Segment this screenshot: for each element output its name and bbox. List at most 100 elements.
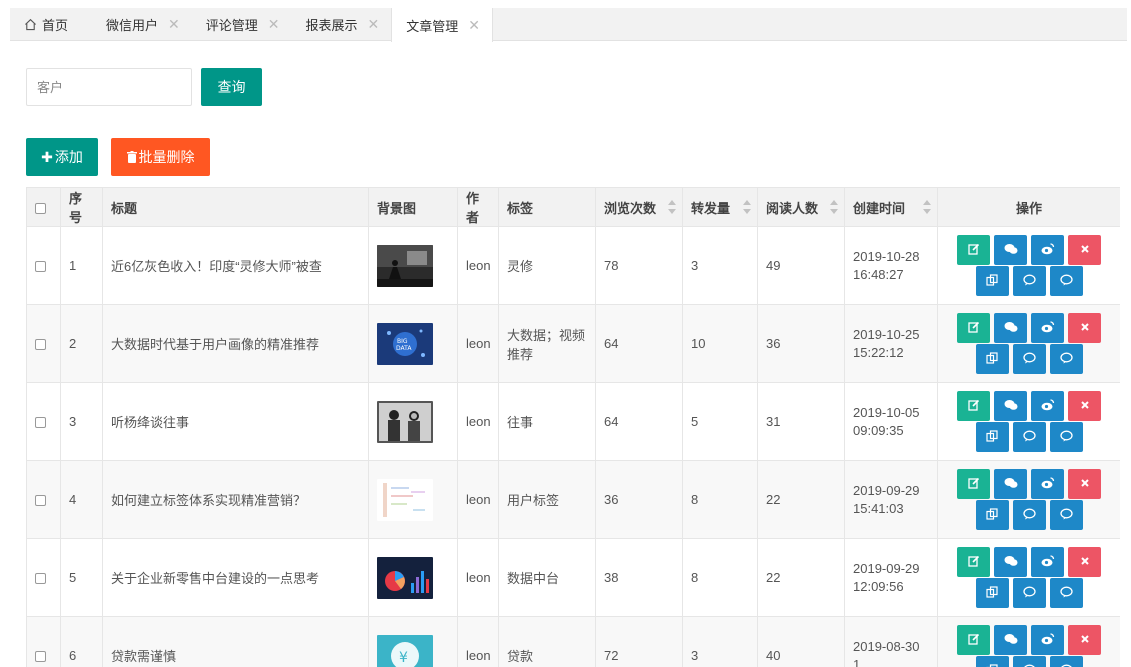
comment-alt-button[interactable] [1049, 422, 1083, 452]
sort-icon[interactable] [743, 200, 751, 214]
delete-icon [1080, 634, 1090, 647]
row-author: leon [457, 226, 499, 305]
row-checkbox[interactable] [35, 651, 46, 663]
column-header-sortable[interactable]: 阅读人数 [757, 187, 845, 227]
comment-alt-icon [1059, 508, 1073, 523]
tab-report-display[interactable]: 报表展示 ✕ [292, 8, 392, 41]
search-button[interactable]: 查询 [201, 68, 262, 106]
close-icon[interactable]: ✕ [468, 17, 480, 34]
close-icon[interactable]: ✕ [368, 16, 380, 33]
sort-icon[interactable] [668, 200, 676, 214]
weibo-share-button[interactable] [1031, 625, 1064, 655]
wechat-share-button[interactable] [994, 625, 1027, 655]
copy-button[interactable] [975, 500, 1009, 530]
edit-button[interactable] [957, 625, 990, 655]
comment-icon [1023, 664, 1036, 667]
wechat-share-button[interactable] [994, 547, 1027, 577]
copy-button[interactable] [975, 578, 1009, 608]
row-created: 2019-10-25 15:22:12 [844, 304, 938, 383]
row-checkbox[interactable] [35, 495, 46, 507]
tab-home[interactable]: 首页 [10, 8, 92, 41]
wechat-share-button[interactable] [994, 313, 1027, 343]
select-all-checkbox[interactable] [35, 202, 46, 214]
row-checkbox[interactable] [35, 339, 46, 351]
copy-icon [986, 351, 998, 367]
home-icon [25, 18, 36, 31]
copy-button[interactable] [975, 656, 1009, 667]
row-views: 36 [595, 460, 683, 539]
row-select-cell [26, 538, 61, 617]
wechat-icon [1004, 477, 1018, 492]
delete-button[interactable] [1068, 235, 1101, 265]
column-header-sortable[interactable]: 转发量 [682, 187, 758, 227]
row-actions [937, 460, 1120, 539]
delete-button[interactable] [1068, 469, 1101, 499]
weibo-share-button[interactable] [1031, 235, 1064, 265]
row-checkbox[interactable] [35, 573, 46, 585]
row-index: 1 [60, 226, 103, 305]
close-icon[interactable]: ✕ [268, 16, 280, 33]
row-select-cell [26, 304, 61, 383]
batch-delete-button[interactable]: 批量删除 [111, 138, 210, 176]
row-tag: 往事 [498, 382, 596, 461]
delete-button[interactable] [1068, 625, 1101, 655]
row-created: 2019-09-29 15:41:03 [844, 460, 938, 539]
row-checkbox[interactable] [35, 261, 46, 273]
comment-alt-button[interactable] [1049, 578, 1083, 608]
row-tag: 灵修 [498, 226, 596, 305]
tab-label: 首页 [42, 18, 69, 33]
tab-comment-management[interactable]: 评论管理 ✕ [192, 8, 292, 41]
sort-icon[interactable] [830, 200, 838, 214]
copy-button[interactable] [975, 344, 1009, 374]
comment-alt-button[interactable] [1049, 266, 1083, 296]
comment-icon [1022, 352, 1036, 367]
comment-icon [1022, 586, 1036, 601]
edit-button[interactable] [957, 235, 990, 265]
edit-button[interactable] [957, 313, 990, 343]
comment-button[interactable] [1012, 578, 1046, 608]
row-readers: 22 [757, 460, 845, 539]
comment-alt-button[interactable] [1049, 344, 1083, 374]
row-checkbox[interactable] [35, 417, 46, 429]
comment-button[interactable] [1012, 422, 1046, 452]
row-shares: 8 [682, 538, 758, 617]
comment-alt-button[interactable] [1049, 500, 1083, 530]
weibo-share-button[interactable] [1031, 391, 1064, 421]
delete-button[interactable] [1068, 547, 1101, 577]
delete-icon [1080, 478, 1090, 491]
sort-icon[interactable] [923, 200, 931, 214]
wechat-share-button[interactable] [994, 391, 1027, 421]
delete-icon [1080, 556, 1090, 569]
wechat-share-button[interactable] [994, 235, 1027, 265]
comment-icon [1022, 274, 1036, 289]
edit-button[interactable] [957, 391, 990, 421]
column-header-sortable[interactable]: 浏览次数 [595, 187, 683, 227]
wechat-share-button[interactable] [994, 469, 1027, 499]
tab-wechat-users[interactable]: 微信用户 ✕ [92, 8, 192, 41]
copy-button[interactable] [975, 266, 1009, 296]
column-header-sortable[interactable]: 创建时间 [844, 187, 938, 227]
search-input[interactable] [26, 68, 192, 106]
delete-button[interactable] [1068, 391, 1101, 421]
row-thumbnail-cell [368, 382, 458, 461]
weibo-share-button[interactable] [1031, 547, 1064, 577]
edit-button[interactable] [957, 547, 990, 577]
background-image-thumbnail [377, 556, 433, 599]
svg-text:DATA: DATA [396, 345, 412, 352]
row-index: 5 [60, 538, 103, 617]
comment-button[interactable] [1012, 344, 1046, 374]
copy-icon [986, 273, 998, 289]
weibo-share-button[interactable] [1031, 469, 1064, 499]
tab-article-management[interactable]: 文章管理 ✕ [391, 8, 494, 42]
row-thumbnail-cell [368, 460, 458, 539]
comment-button[interactable] [1012, 266, 1046, 296]
close-icon[interactable]: ✕ [168, 16, 180, 33]
edit-button[interactable] [957, 469, 990, 499]
copy-button[interactable] [975, 422, 1009, 452]
delete-button[interactable] [1068, 313, 1101, 343]
comment-alt-button[interactable] [1049, 656, 1083, 667]
weibo-share-button[interactable] [1031, 313, 1064, 343]
comment-button[interactable] [1012, 656, 1046, 667]
comment-button[interactable] [1012, 500, 1046, 530]
add-button[interactable]: ✚ 添加 [26, 138, 98, 176]
